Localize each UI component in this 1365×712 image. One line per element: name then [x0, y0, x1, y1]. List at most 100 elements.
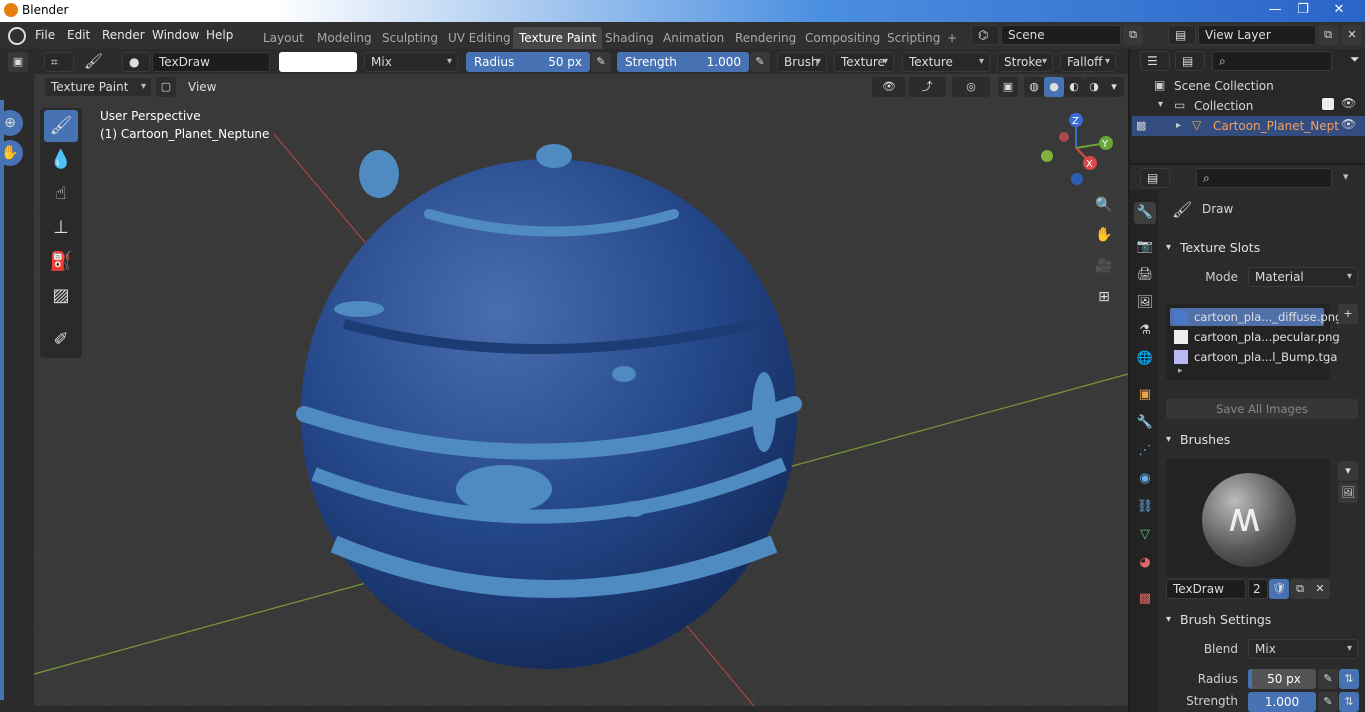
add-workspace-button[interactable]: +: [941, 27, 963, 49]
mode-dropdown[interactable]: Texture Paint ▾: [44, 77, 152, 97]
display-mode-icon[interactable]: ▤: [1175, 51, 1205, 71]
ortho-toggle-icon[interactable]: ⊞: [1091, 284, 1117, 310]
outliner-scene-collection[interactable]: Scene Collection: [1174, 79, 1274, 93]
texture-slot-item[interactable]: cartoon_pla..._diffuse.png: [1170, 308, 1342, 326]
view-layer-field[interactable]: View Layer: [1198, 25, 1316, 45]
view-layer-browse-icon[interactable]: ▤: [1168, 25, 1196, 45]
radius-pressure-icon[interactable]: ✎: [591, 52, 611, 72]
wireframe-shading-icon[interactable]: ◍: [1024, 77, 1044, 97]
overlay-toggle-icon[interactable]: ◎: [952, 77, 990, 97]
object-expand-icon[interactable]: ▸: [1176, 120, 1181, 131]
scene-browse-icon[interactable]: ⌬: [971, 25, 999, 45]
texture-mask-menu[interactable]: Texture Mask▾: [902, 52, 990, 87]
tab-rendering[interactable]: Rendering: [729, 27, 802, 49]
color-swatch[interactable]: [279, 52, 357, 72]
chevron-down-icon[interactable]: ▾: [1166, 614, 1171, 625]
3d-viewport[interactable]: [34, 74, 1128, 706]
brush-image-icon[interactable]: 🖼: [1338, 483, 1358, 503]
modifier-tab-icon[interactable]: 🔧: [1134, 412, 1156, 434]
menu-edit[interactable]: Edit: [67, 28, 90, 42]
tab-sculpting[interactable]: Sculpting: [376, 27, 444, 49]
brushes-header[interactable]: Brushes: [1180, 432, 1230, 447]
move-view-icon[interactable]: ✋: [1091, 222, 1117, 248]
texture-mode-dropdown[interactable]: Material ▾: [1248, 267, 1358, 287]
scene-tab-icon[interactable]: ⚗: [1134, 320, 1156, 342]
tab-shading[interactable]: Shading: [599, 27, 660, 49]
texture-slot-item[interactable]: cartoon_pla...pecular.png: [1170, 328, 1340, 346]
radius-pressure-toggle-icon[interactable]: ✎: [1318, 669, 1338, 689]
texture-slot-item[interactable]: cartoon_pla...l_Bump.tga: [1170, 348, 1337, 366]
material-tab-icon[interactable]: ◕: [1134, 552, 1156, 574]
remove-view-layer-icon[interactable]: ✕: [1342, 25, 1362, 45]
brush-menu[interactable]: Brush ▾: [777, 52, 827, 72]
rendered-shading-icon[interactable]: ◑: [1084, 77, 1104, 97]
camera-view-icon[interactable]: 🎥: [1091, 253, 1117, 279]
tool-tab-icon[interactable]: 🔧: [1134, 202, 1156, 224]
texture-slots-header[interactable]: Texture Slots: [1180, 240, 1260, 255]
duplicate-brush-icon[interactable]: ⧉: [1290, 579, 1310, 599]
maximize-button[interactable]: ❐: [1289, 0, 1317, 20]
visibility-icon[interactable]: 👁: [872, 77, 906, 97]
outliner-collection[interactable]: Collection: [1194, 99, 1253, 113]
tool-settings-icon[interactable]: ⌗: [44, 52, 74, 72]
physics-tab-icon[interactable]: ◉: [1134, 468, 1156, 490]
brush-radius-field[interactable]: 50 px: [1248, 669, 1316, 689]
falloff-menu[interactable]: Falloff ▾: [1060, 52, 1116, 72]
properties-options-icon[interactable]: ▾: [1343, 170, 1349, 183]
minimize-button[interactable]: —: [1261, 0, 1289, 20]
outliner-editor-icon[interactable]: ☰: [1140, 51, 1170, 71]
brush-strength-field[interactable]: 1.000: [1248, 692, 1316, 712]
object-tab-icon[interactable]: ▣: [1134, 384, 1156, 406]
tab-animation[interactable]: Animation: [657, 27, 730, 49]
constraints-tab-icon[interactable]: ⛓: [1134, 496, 1156, 518]
texture-menu[interactable]: Texture ▾: [834, 52, 894, 72]
unlink-brush-icon[interactable]: ✕: [1310, 579, 1330, 599]
menu-file[interactable]: File: [35, 28, 55, 42]
brush-list-options-icon[interactable]: ▾: [1338, 461, 1358, 481]
soften-tool-icon[interactable]: 💧: [44, 144, 78, 176]
outliner-search-input[interactable]: ⌕: [1212, 51, 1332, 71]
scene-name-field[interactable]: Scene: [1001, 25, 1121, 45]
tab-compositing[interactable]: Compositing: [799, 27, 886, 49]
blend-dropdown[interactable]: Mix ▾: [364, 52, 458, 72]
radius-unit-icon[interactable]: ⇅: [1339, 669, 1359, 689]
menu-render[interactable]: Render: [102, 28, 145, 42]
collection-expand-icon[interactable]: ▾: [1158, 99, 1163, 110]
strength-slider[interactable]: Strength 1.000: [617, 52, 749, 72]
radius-slider[interactable]: Radius 50 px: [466, 52, 590, 72]
stroke-menu[interactable]: Stroke ▾: [997, 52, 1053, 72]
menu-window[interactable]: Window: [152, 28, 199, 42]
data-tab-icon[interactable]: ▽: [1134, 524, 1156, 546]
collection-checkbox[interactable]: [1322, 98, 1334, 110]
properties-search-input[interactable]: ⌕: [1196, 168, 1332, 188]
blender-menu-icon[interactable]: [8, 27, 26, 45]
brush-preview[interactable]: ʍ: [1166, 459, 1330, 577]
brush-name-field[interactable]: TexDraw: [152, 52, 270, 72]
shading-options-icon[interactable]: ▾: [1104, 77, 1124, 97]
fake-user-icon[interactable]: 🛡: [1269, 579, 1289, 599]
filter-icon[interactable]: ⏷: [1350, 52, 1360, 67]
close-button[interactable]: ✕: [1325, 0, 1353, 20]
tab-uv-editing[interactable]: UV Editing: [442, 27, 517, 49]
fill-tool-icon[interactable]: ⛽: [44, 246, 78, 278]
mask-tool-icon[interactable]: ▨: [44, 280, 78, 312]
smear-tool-icon[interactable]: ☝: [44, 178, 78, 210]
list-expand-icon[interactable]: ▸: [1178, 366, 1183, 376]
tab-layout[interactable]: Layout: [257, 27, 310, 49]
brush-icon[interactable]: 🖌: [84, 52, 106, 72]
editor-type-icon[interactable]: ▣: [8, 52, 28, 72]
zoom-view-icon[interactable]: 🔍: [1091, 192, 1117, 218]
strength-pressure-toggle-icon[interactable]: ✎: [1318, 692, 1338, 712]
save-all-images-button[interactable]: Save All Images: [1166, 399, 1358, 419]
output-tab-icon[interactable]: 🖨: [1134, 264, 1156, 286]
brush-blend-dropdown[interactable]: Mix ▾: [1248, 639, 1358, 659]
draw-tool-icon[interactable]: 🖌: [44, 110, 78, 142]
solid-shading-icon[interactable]: ●: [1044, 77, 1064, 97]
new-view-layer-icon[interactable]: ⧉: [1318, 25, 1338, 45]
brush-browse-icon[interactable]: ●: [122, 52, 150, 72]
navigation-gizmo[interactable]: Z Y X: [1036, 110, 1120, 190]
view-layer-tab-icon[interactable]: 🖼: [1134, 292, 1156, 314]
xray-toggle-icon[interactable]: ▣: [998, 77, 1018, 97]
brush-datablock-field[interactable]: TexDraw: [1166, 579, 1246, 599]
add-texture-slot-button[interactable]: +: [1338, 304, 1358, 324]
